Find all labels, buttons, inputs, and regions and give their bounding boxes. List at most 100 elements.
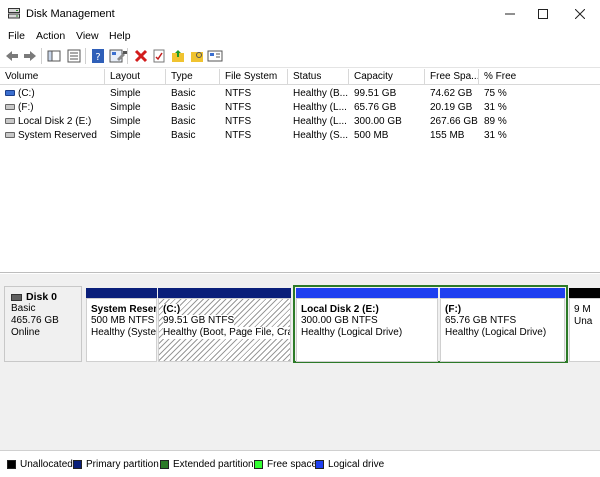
table-row[interactable]: Local Disk 2 (E:) Simple Basic NTFS Heal… [0, 115, 600, 129]
disk-name-row: Disk 0 [11, 291, 75, 303]
disk-map: Disk 0 Basic 465.76 GB Online System Res… [0, 284, 600, 450]
partition-status: Healthy (Logical Drive) [301, 327, 403, 338]
disk-state: Online [11, 327, 40, 338]
cell-capacity: 99.51 GB [354, 88, 397, 99]
cell-free-space: 20.19 GB [430, 102, 473, 113]
volume-name: (C:) [18, 88, 35, 99]
delete-icon[interactable] [133, 48, 149, 64]
folder-up-icon[interactable] [170, 48, 186, 64]
column-header-status[interactable]: Status [288, 69, 349, 85]
volume-name: Local Disk 2 (E:) [18, 116, 92, 127]
cell-type: Basic [171, 102, 196, 113]
column-header-file-system[interactable]: File System [220, 69, 288, 85]
cell-percent-free: 31 % [484, 102, 507, 113]
cell-capacity: 300.00 GB [354, 116, 402, 127]
partition-status: Healthy (Boot, Page File, Cras [163, 327, 290, 339]
volume-name: (F:) [18, 102, 34, 113]
view-settings-icon[interactable] [207, 48, 223, 64]
cell-capacity: 500 MB [354, 130, 389, 141]
partition-size: 99.51 GB NTFS [163, 315, 235, 327]
menu-file[interactable]: File [8, 30, 25, 42]
legend-swatch [254, 460, 263, 469]
cell-percent-free: 89 % [484, 116, 507, 127]
legend-label: Unallocated [20, 459, 73, 470]
close-icon [574, 8, 586, 20]
cell-volume: System Reserved [0, 129, 105, 143]
cell-free-space: 74.62 GB [430, 88, 473, 99]
table-row[interactable]: (F:) Simple Basic NTFS Healthy (L... 65.… [0, 101, 600, 115]
column-header-capacity[interactable]: Capacity [349, 69, 425, 85]
legend-swatch [7, 460, 16, 469]
menu-view[interactable]: View [76, 30, 99, 42]
folder-search-icon[interactable] [189, 48, 205, 64]
pane-splitter[interactable] [0, 274, 600, 284]
logical-drive-bar [296, 288, 438, 298]
partition-status: Healthy (Syste [91, 327, 157, 338]
menu-help[interactable]: Help [109, 30, 131, 42]
legend-swatch [160, 460, 169, 469]
cell-volume: (C:) [0, 87, 105, 101]
maximize-icon [538, 9, 548, 19]
menu-action[interactable]: Action [36, 30, 65, 42]
disk-management-icon [8, 8, 20, 19]
partition-unallocated[interactable]: 9 M Una [569, 288, 600, 362]
cell-file-system: NTFS [225, 130, 252, 141]
drive-icon [5, 104, 15, 110]
legend-logical-drive: Logical drive [315, 459, 384, 470]
cell-layout: Simple [110, 116, 141, 127]
partition-c[interactable]: (C:) 99.51 GB NTFS Healthy (Boot, Page F… [158, 288, 291, 362]
cell-free-space: 267.66 GB [430, 116, 478, 127]
partition-system-reserved[interactable]: System Reser 500 MB NTFS Healthy (Syste [86, 288, 157, 362]
disk-size: 465.76 GB [11, 315, 59, 326]
table-row[interactable]: (C:) Simple Basic NTFS Healthy (B... 99.… [0, 87, 600, 101]
forward-arrow-icon[interactable] [22, 48, 38, 64]
cell-free-space: 155 MB [430, 130, 465, 141]
disk-info[interactable]: Disk 0 Basic 465.76 GB Online [4, 286, 82, 362]
legend-swatch [73, 460, 82, 469]
volume-list: Volume Layout Type File System Status Ca… [0, 69, 600, 273]
table-row[interactable]: System Reserved Simple Basic NTFS Health… [0, 129, 600, 143]
check-properties-icon[interactable] [151, 48, 167, 64]
cell-file-system: NTFS [225, 88, 252, 99]
partition-e[interactable]: Local Disk 2 (E:) 300.00 GB NTFS Healthy… [296, 288, 438, 362]
column-header-type[interactable]: Type [166, 69, 220, 85]
cell-layout: Simple [110, 88, 141, 99]
legend-primary-partition: Primary partition [73, 459, 159, 470]
partition-status: Una [574, 316, 593, 327]
partition-f[interactable]: (F:) 65.76 GB NTFS Healthy (Logical Driv… [440, 288, 565, 362]
column-header-layout[interactable]: Layout [105, 69, 166, 85]
cell-status: Healthy (L... [293, 116, 347, 127]
legend-free-space: Free space [254, 459, 317, 470]
partition-title: (C:) [163, 304, 181, 315]
title-bar: Disk Management [0, 0, 600, 29]
connect-icon[interactable] [114, 48, 130, 64]
drive-icon [5, 118, 15, 124]
partition-body: (F:) 65.76 GB NTFS Healthy (Logical Driv… [440, 298, 565, 362]
partition-size: 65.76 GB NTFS [445, 315, 517, 326]
svg-text:?: ? [95, 52, 100, 63]
cell-volume: Local Disk 2 (E:) [0, 115, 105, 129]
column-header-percent-free[interactable]: % Free [479, 69, 600, 85]
properties-list-icon[interactable] [66, 48, 82, 64]
console-tree-icon[interactable] [46, 48, 62, 64]
column-header-free-space[interactable]: Free Spa... [425, 69, 479, 85]
partition-size: 300.00 GB NTFS [301, 315, 378, 326]
cell-status: Healthy (L... [293, 102, 347, 113]
legend-swatch [315, 460, 324, 469]
toolbar-separator [85, 48, 86, 64]
cell-layout: Simple [110, 102, 141, 113]
close-button[interactable] [557, 0, 600, 29]
help-icon[interactable]: ? [90, 48, 106, 64]
legend-label: Primary partition [86, 459, 159, 470]
column-header-volume[interactable]: Volume [0, 69, 105, 85]
drive-icon [5, 132, 15, 138]
cell-capacity: 65.76 GB [354, 102, 397, 113]
toolbar: ? [0, 44, 600, 68]
cell-type: Basic [171, 88, 196, 99]
menu-bar: File Action View Help [0, 29, 600, 44]
legend-label: Logical drive [328, 459, 385, 470]
partition-size: 9 M [574, 304, 591, 315]
cell-file-system: NTFS [225, 116, 252, 127]
back-arrow-icon[interactable] [4, 48, 20, 64]
partition-title: Local Disk 2 (E:) [301, 304, 379, 315]
